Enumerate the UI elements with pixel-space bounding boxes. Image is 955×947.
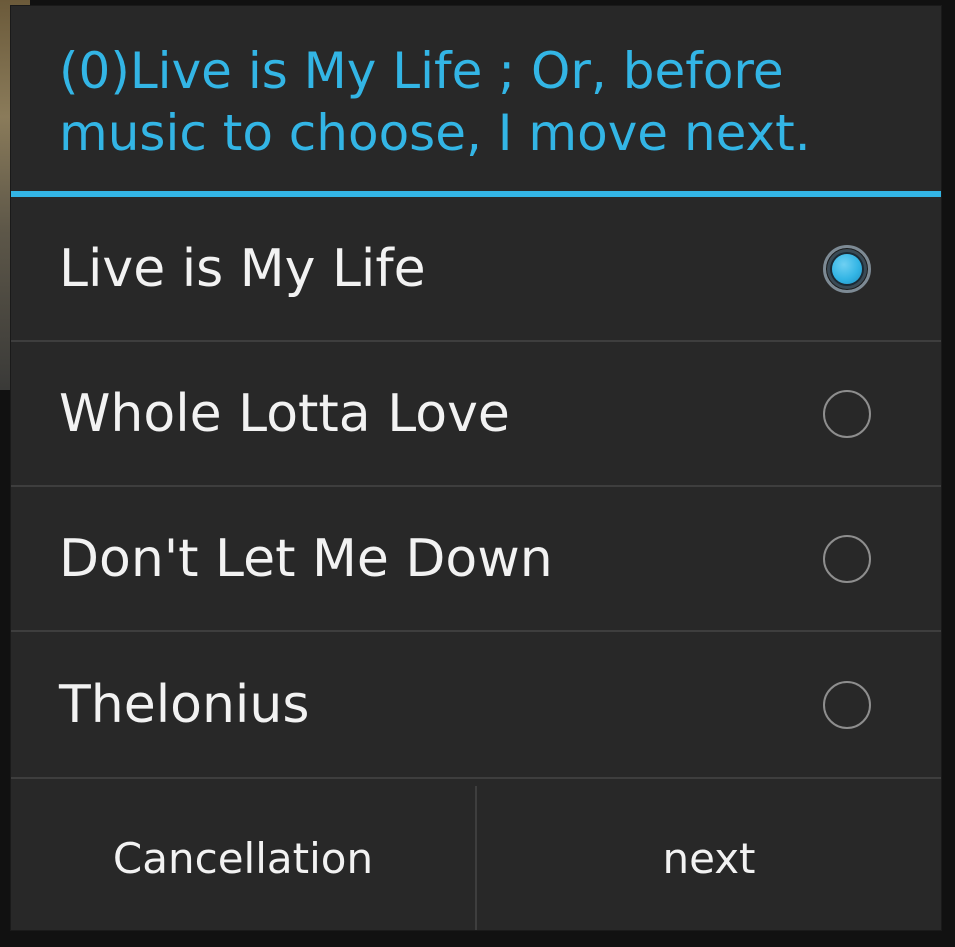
radio-dot [832,253,862,284]
option-list: Live is My Life Whole Lotta Love Don't L… [11,197,941,779]
radio-unchecked-icon[interactable] [823,680,871,729]
option-whole-lotta-love[interactable]: Whole Lotta Love [11,342,941,487]
radio-unchecked-icon[interactable] [823,534,871,583]
next-button[interactable]: next [475,786,941,930]
dialog-button-bar: Cancellation next [11,786,941,930]
option-label: Whole Lotta Love [59,383,510,444]
song-choice-dialog: (0)Live is My Life ; Or, before music to… [11,6,941,930]
radio-unchecked-icon[interactable] [823,389,871,438]
option-dont-let-me-down[interactable]: Don't Let Me Down [11,487,941,632]
option-live-is-my-life[interactable]: Live is My Life [11,197,941,342]
option-label: Thelonius [59,674,310,735]
option-label: Live is My Life [59,238,426,299]
radio-checked-icon[interactable] [823,244,871,293]
option-label: Don't Let Me Down [59,528,553,589]
dialog-title: (0)Live is My Life ; Or, before music to… [11,6,941,197]
cancel-button[interactable]: Cancellation [11,786,475,930]
option-thelonius[interactable]: Thelonius [11,632,941,779]
